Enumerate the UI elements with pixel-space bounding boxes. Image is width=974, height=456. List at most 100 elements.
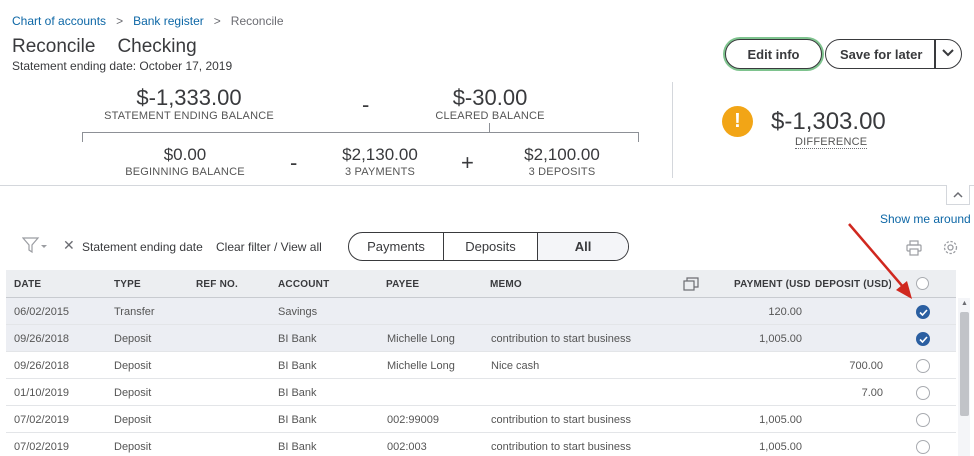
section-divider xyxy=(0,185,974,186)
breadcrumb-reconcile: Reconcile xyxy=(230,14,284,28)
cell-date: 07/02/2019 xyxy=(14,441,70,453)
save-for-later-button[interactable]: Save for later xyxy=(825,39,962,69)
summary-bracket xyxy=(82,132,639,142)
filter-icon[interactable] xyxy=(21,236,48,259)
cell-payee: 002:003 xyxy=(387,441,427,453)
clear-filter-link[interactable]: Clear filter / View all xyxy=(216,240,322,254)
clear-filter-icon[interactable]: ✕ xyxy=(63,237,75,254)
cell-payment: 1,005.00 xyxy=(759,441,802,453)
cleared-balance-value: $-30.00 xyxy=(452,85,528,110)
scroll-up-arrow[interactable]: ▲ xyxy=(961,300,968,307)
cleared-balance-label: CLEARED BALANCE xyxy=(435,110,545,122)
save-for-later-label: Save for later xyxy=(840,46,923,62)
table-row[interactable]: 07/02/2019 Deposit BI Bank 002:003 contribut… xyxy=(6,433,956,456)
deposits-count-label: 3 DEPOSITS xyxy=(528,166,596,178)
breadcrumb-separator: > xyxy=(116,14,124,28)
cell-date: 07/02/2019 xyxy=(14,414,70,426)
printer-icon[interactable] xyxy=(906,240,922,261)
cell-deposit: 700.00 xyxy=(849,360,883,372)
difference-label[interactable]: DIFFERENCE xyxy=(795,136,868,149)
tab-all[interactable]: All xyxy=(538,233,628,260)
row-cleared-checkbox[interactable] xyxy=(916,359,930,373)
cell-date: 09/26/2018 xyxy=(14,360,70,372)
breadcrumb-separator: > xyxy=(213,14,221,28)
minus-operator: - xyxy=(362,92,370,117)
column-header-payee[interactable]: PAYEE xyxy=(386,279,419,290)
row-cleared-checkbox[interactable] xyxy=(916,332,930,346)
cell-type: Transfer xyxy=(114,306,155,318)
cell-memo: contribution to start business xyxy=(491,333,632,345)
cell-type: Deposit xyxy=(114,441,152,453)
cell-payment: 1,005.00 xyxy=(759,333,802,345)
cell-type: Deposit xyxy=(114,387,152,399)
breadcrumb: Chart of accounts > Bank register > Reco… xyxy=(12,14,284,28)
cell-account: BI Bank xyxy=(278,441,317,453)
transaction-type-toggle: Payments Deposits All xyxy=(348,232,629,261)
beginning-balance-value: $0.00 xyxy=(163,145,207,164)
edit-info-button[interactable]: Edit info xyxy=(725,39,822,69)
payments-count-label: 3 PAYMENTS xyxy=(344,166,416,178)
page-title-text: Reconcile xyxy=(12,36,96,57)
chevron-up-icon xyxy=(953,191,963,198)
difference-value: $-1,303.00 xyxy=(771,108,886,135)
cell-account: BI Bank xyxy=(278,360,317,372)
statement-ending-balance-label: STATEMENT ENDING BALANCE xyxy=(104,110,274,122)
button-divider xyxy=(934,40,936,68)
account-name: Checking xyxy=(117,36,197,57)
cell-deposit: 7.00 xyxy=(861,387,883,399)
beginning-balance-label: BEGINNING BALANCE xyxy=(125,166,245,178)
cell-payment: 1,005.00 xyxy=(759,414,802,426)
table-row[interactable]: 06/02/2015 Transfer Savings 120.00 xyxy=(6,298,956,325)
show-me-around-link[interactable]: Show me around xyxy=(880,212,971,226)
summary-divider xyxy=(672,82,673,178)
minus-operator: - xyxy=(290,150,298,175)
chevron-down-icon[interactable] xyxy=(941,47,955,62)
row-cleared-checkbox[interactable] xyxy=(916,305,930,319)
cell-type: Deposit xyxy=(114,360,152,372)
statement-ending-date: Statement ending date: October 17, 2019 xyxy=(12,59,233,73)
cell-payee: Michelle Long xyxy=(387,333,455,345)
payments-total-value: $2,130.00 xyxy=(342,145,418,164)
column-header-account[interactable]: ACCOUNT xyxy=(278,279,329,290)
cell-account: BI Bank xyxy=(278,333,317,345)
table-header: DATE TYPE REF NO. ACCOUNT PAYEE MEMO PAY… xyxy=(6,270,956,298)
cell-payee: Michelle Long xyxy=(387,360,455,372)
table-row[interactable]: 09/26/2018 Deposit BI Bank Michelle Long con… xyxy=(6,325,956,352)
gear-icon[interactable] xyxy=(942,239,959,261)
column-header-date[interactable]: DATE xyxy=(14,279,41,290)
breadcrumb-chart-of-accounts[interactable]: Chart of accounts xyxy=(12,14,106,28)
cell-account: BI Bank xyxy=(278,387,317,399)
scrollbar-thumb[interactable] xyxy=(960,312,969,416)
cell-payment: 120.00 xyxy=(768,306,802,318)
table-row[interactable]: 09/26/2018 Deposit BI Bank Michelle Long Nic… xyxy=(6,352,956,379)
plus-operator: + xyxy=(461,150,474,175)
deposits-total-value: $2,100.00 xyxy=(524,145,600,164)
collapse-button[interactable] xyxy=(946,185,970,205)
tab-deposits[interactable]: Deposits xyxy=(444,233,538,260)
table-row[interactable]: 07/02/2019 Deposit BI Bank 002:99009 contrib… xyxy=(6,406,956,433)
column-header-deposit[interactable]: DEPOSIT (USD) xyxy=(815,279,891,290)
row-cleared-checkbox[interactable] xyxy=(916,440,930,454)
column-header-memo[interactable]: MEMO xyxy=(490,279,522,290)
column-header-ref-no[interactable]: REF NO. xyxy=(196,279,238,290)
row-cleared-checkbox[interactable] xyxy=(916,413,930,427)
cell-type: Deposit xyxy=(114,333,152,345)
columns-icon[interactable] xyxy=(683,277,699,296)
cell-date: 06/02/2015 xyxy=(14,306,70,318)
column-header-payment[interactable]: PAYMENT (USD) xyxy=(734,279,810,290)
cell-account: Savings xyxy=(278,306,318,318)
cell-payee: 002:99009 xyxy=(387,414,439,426)
cell-date: 09/26/2018 xyxy=(14,333,70,345)
cell-type: Deposit xyxy=(114,414,152,426)
active-filter-label: Statement ending date xyxy=(82,240,203,254)
column-header-type[interactable]: TYPE xyxy=(114,279,141,290)
statement-ending-balance-value: $-1,333.00 xyxy=(136,85,242,110)
cell-account: BI Bank xyxy=(278,414,317,426)
cell-memo: contribution to start business xyxy=(491,441,632,453)
table-row[interactable]: 01/10/2019 Deposit BI Bank 7.00 xyxy=(6,379,956,406)
warning-icon: ! xyxy=(722,106,753,137)
select-all-checkbox[interactable] xyxy=(916,277,929,290)
tab-payments[interactable]: Payments xyxy=(349,233,444,260)
row-cleared-checkbox[interactable] xyxy=(916,386,930,400)
breadcrumb-bank-register[interactable]: Bank register xyxy=(133,14,204,28)
